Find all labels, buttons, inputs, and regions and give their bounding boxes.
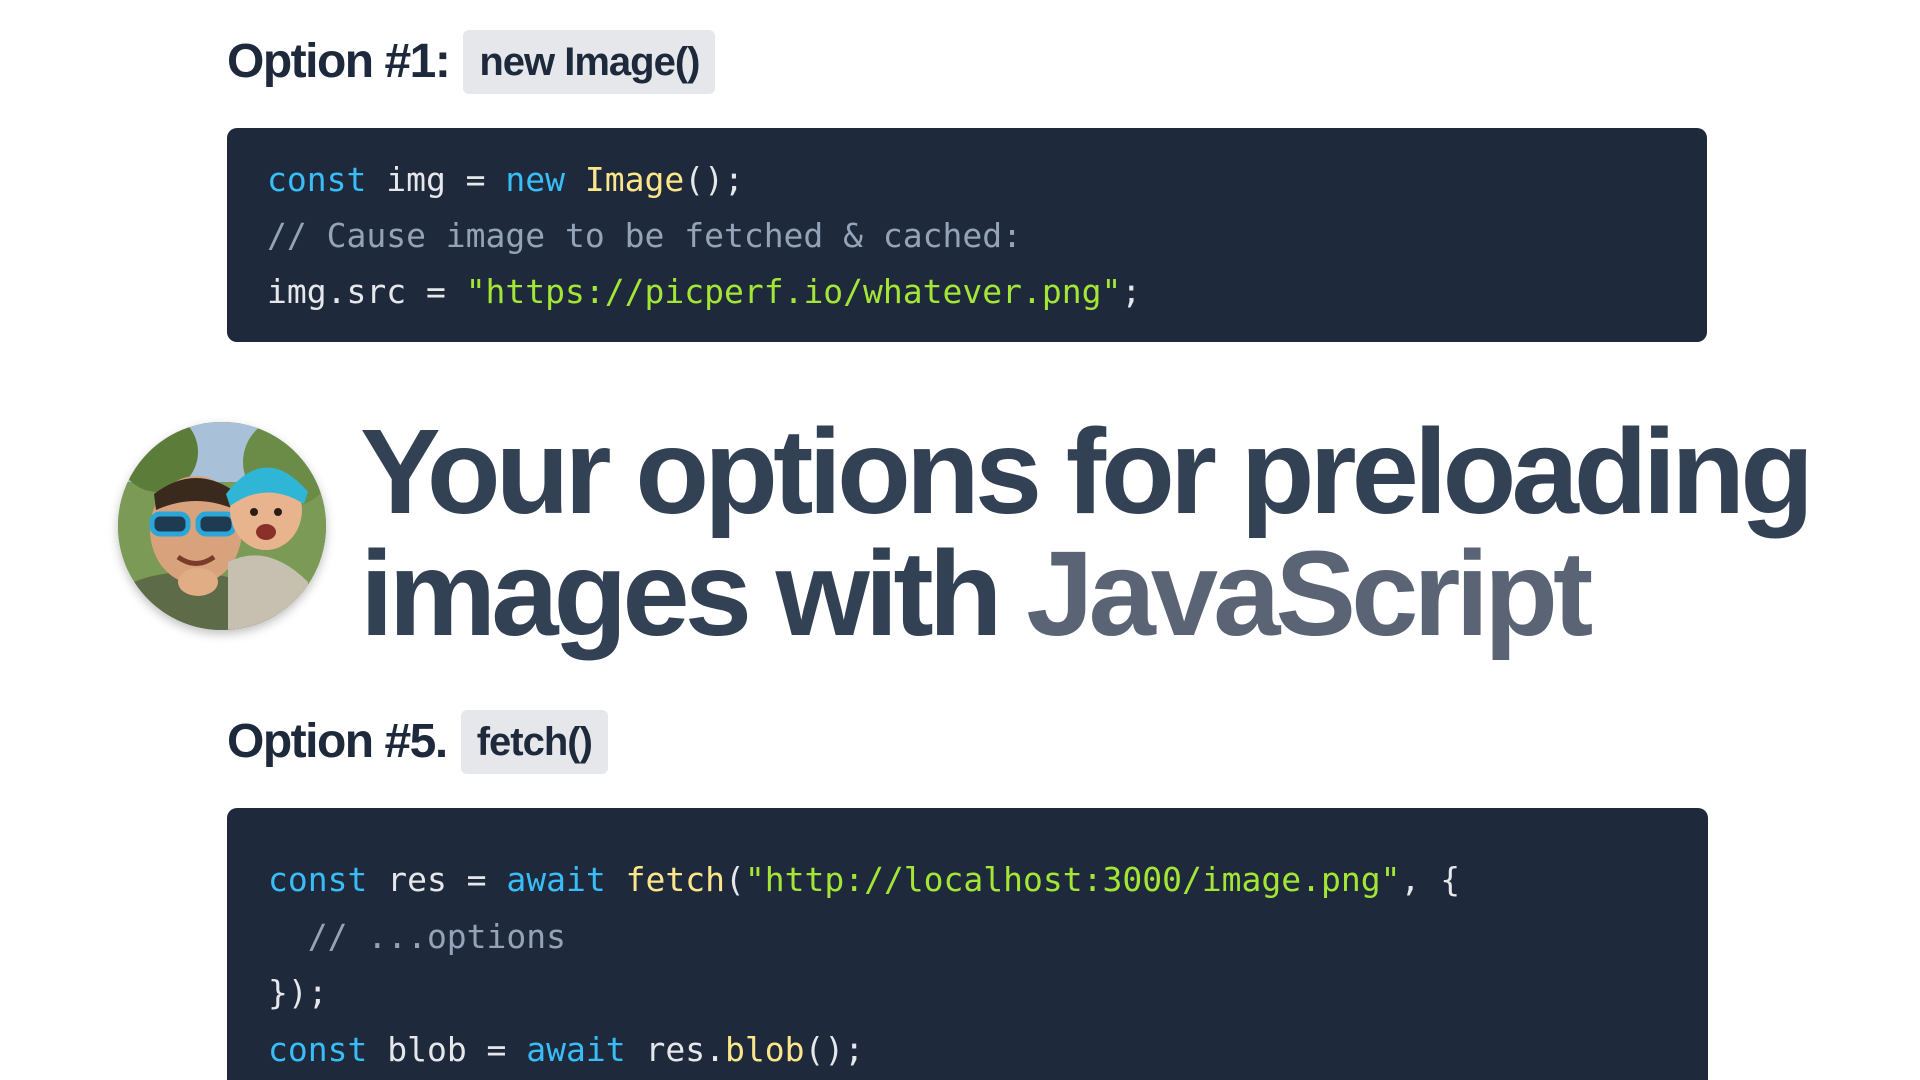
code-token-plain: }); xyxy=(268,973,328,1012)
author-avatar xyxy=(118,422,326,630)
code-line: // Cause image to be fetched & cached: xyxy=(267,208,1667,264)
code-token-keyword: await xyxy=(526,1029,626,1069)
page-title: Your options for preloading images with … xyxy=(360,410,1900,654)
avatar-photo-icon xyxy=(118,422,326,630)
code-token-func: fetch xyxy=(625,860,725,899)
code-token-plain: ; xyxy=(1121,272,1142,311)
title-line-2-start: images with xyxy=(360,525,1027,661)
option-1-label: Option #1: xyxy=(227,35,451,88)
title-line-1: Your options for preloading xyxy=(360,403,1814,539)
code-token-func: blob xyxy=(724,1029,805,1069)
option-1-method-badge: new Image() xyxy=(463,30,716,94)
option-5-label: Option #5. xyxy=(227,715,448,768)
code-token-plain: img = xyxy=(366,160,506,199)
code-line: const img = new Image(); xyxy=(267,152,1667,208)
code-token-plain: res = xyxy=(367,860,507,899)
code-token-plain: img.src = xyxy=(267,272,466,311)
code-token-keyword: await xyxy=(506,860,606,899)
code-token-plain: , { xyxy=(1400,860,1461,899)
code-line: const blob = await res.blob(); xyxy=(268,1022,1667,1079)
code-line: const res = await fetch("http://localhos… xyxy=(268,852,1667,909)
code-token-string: "http://localhost:3000/image.png" xyxy=(744,860,1401,899)
code-line: img.src = "https://picperf.io/whatever.p… xyxy=(267,264,1667,320)
code-token-comment: // Cause image to be fetched & cached: xyxy=(267,216,1022,255)
option-5-heading: Option #5. fetch() xyxy=(227,710,608,774)
code-token-plain: (); xyxy=(684,160,744,199)
code-token-plain: ( xyxy=(724,860,745,899)
code-token-func: Image xyxy=(584,160,685,199)
option-5-code-block: const res = await fetch("http://localhos… xyxy=(227,808,1708,1080)
code-token-keyword: const xyxy=(268,860,368,899)
code-token-comment: // ...options xyxy=(268,916,567,956)
title-line-2-end: JavaScript xyxy=(1026,525,1593,661)
code-line: }); xyxy=(268,965,1667,1022)
option-5-method-badge: fetch() xyxy=(460,710,608,774)
code-token-keyword: new xyxy=(505,160,566,199)
code-token-plain: blob = xyxy=(367,1029,527,1069)
code-token-keyword: const xyxy=(268,1029,368,1069)
code-line: // ...options xyxy=(268,909,1667,966)
option-1-heading: Option #1: new Image() xyxy=(227,30,716,94)
option-1-code-block: const img = new Image(); // Cause image t… xyxy=(227,128,1707,342)
title-line-2: images with JavaScript xyxy=(360,532,1900,654)
code-token-plain: res. xyxy=(625,1029,725,1069)
code-token-keyword: const xyxy=(267,160,367,199)
code-token-string: "https://picperf.io/whatever.png" xyxy=(465,272,1122,311)
code-token-plain: (); xyxy=(804,1029,865,1069)
